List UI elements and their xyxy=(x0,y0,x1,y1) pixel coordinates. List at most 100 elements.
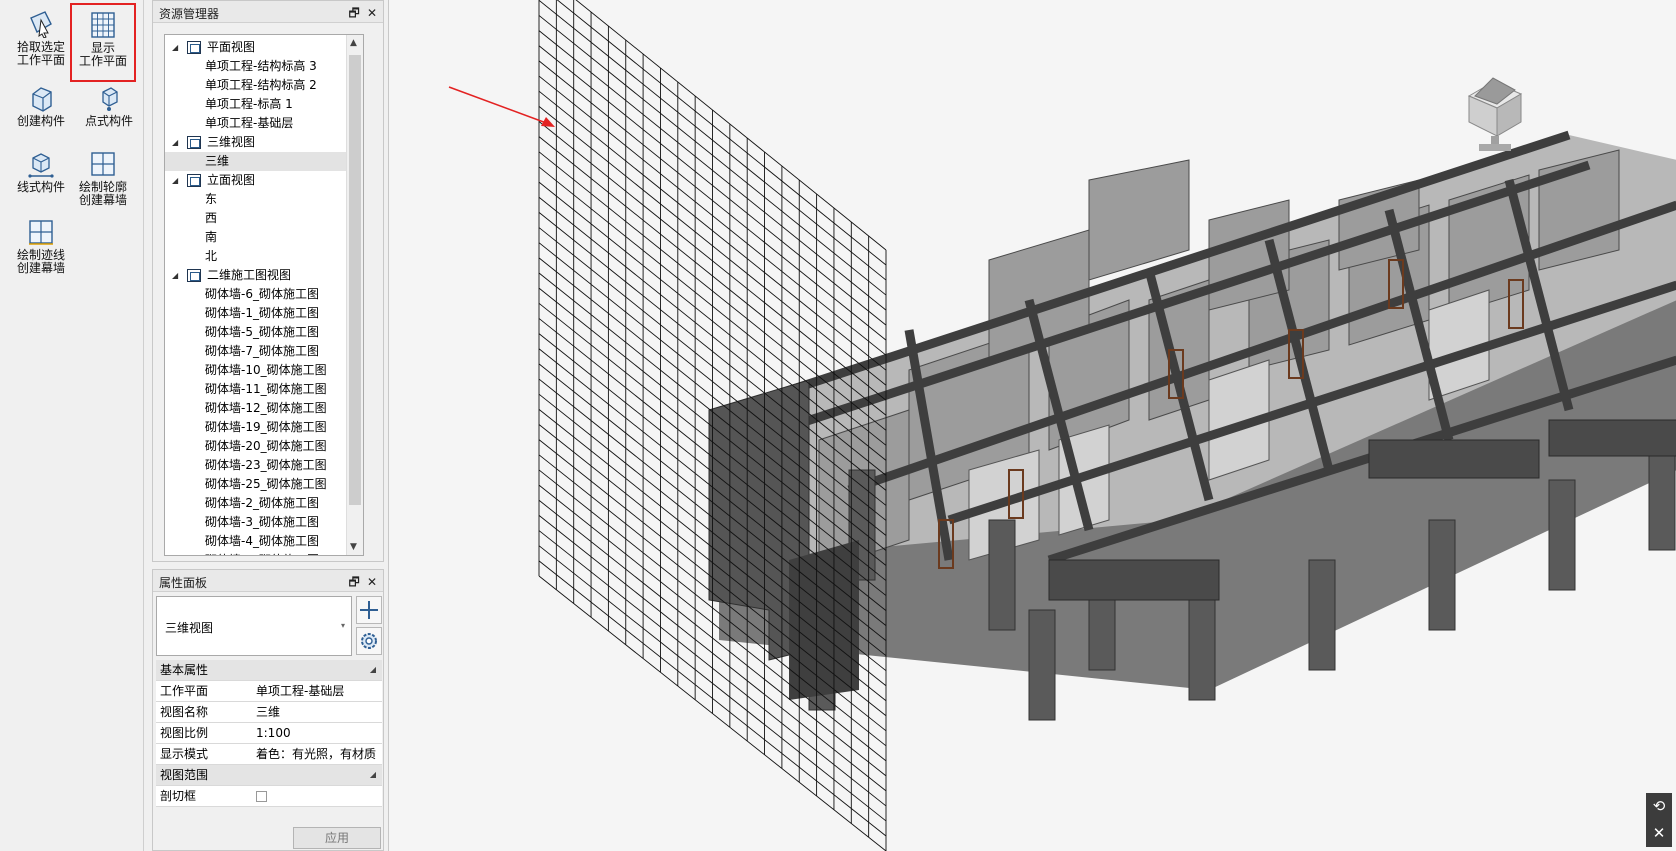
tree-item[interactable]: 单项工程-标高 1 xyxy=(165,95,355,114)
float-panel-button[interactable]: 🗗 xyxy=(347,573,361,594)
tree-item[interactable]: 三维 xyxy=(165,152,355,171)
tree-scrollbar[interactable]: ▲ ▼ xyxy=(346,35,363,555)
tree-item-label: 砌体墙-10_砌体施工图 xyxy=(205,363,327,377)
tree-item[interactable]: 砌体墙-25_砌体施工图 xyxy=(165,475,355,494)
tree-item-label: 砌体墙-20_砌体施工图 xyxy=(205,439,327,453)
view-cube-icon[interactable] xyxy=(1467,77,1523,151)
close-panel-button[interactable]: ✕ xyxy=(365,6,379,20)
tree-item-label: 砌体墙-6_砌体施工图 xyxy=(205,287,319,301)
expand-triangle-icon[interactable]: ◢ xyxy=(172,266,178,285)
tree-folder[interactable]: ◢ 立面视图 xyxy=(165,171,355,190)
expand-triangle-icon[interactable]: ◢ xyxy=(172,171,178,190)
tree-item[interactable]: 西 xyxy=(165,209,355,228)
component-icon xyxy=(32,87,52,112)
property-row: 显示模式 着色：有光照，有材质 xyxy=(156,744,382,765)
tool-label-line2: 创建幕墙 xyxy=(78,193,127,207)
show-work-plane-button[interactable]: 显示 工作平面 xyxy=(70,3,136,82)
tree-item[interactable]: 砌体墙-19_砌体施工图 xyxy=(165,418,355,437)
tree-item[interactable]: 砌体墙-2_砌体施工图 xyxy=(165,494,355,513)
tree-item[interactable]: 砌体墙-8_砌体施工图 xyxy=(165,551,355,555)
close-view-icon[interactable]: ✕ xyxy=(1646,820,1672,847)
tree-item[interactable]: 北 xyxy=(165,247,355,266)
3d-model-scene[interactable] xyxy=(389,0,1676,851)
tool-label-line1: 拾取选定 xyxy=(16,40,65,54)
scrollbar-thumb[interactable] xyxy=(349,55,361,505)
tree-item[interactable]: 砌体墙-10_砌体施工图 xyxy=(165,361,355,380)
rotate-view-icon[interactable]: ⟲ xyxy=(1646,793,1672,820)
property-key: 剖切框 xyxy=(160,789,197,803)
line-component-button[interactable]: 线式构件 xyxy=(10,150,72,194)
property-key: 显示模式 xyxy=(160,747,209,761)
pick-work-plane-button[interactable]: 拾取选定 工作平面 xyxy=(10,10,72,67)
close-panel-button[interactable]: ✕ xyxy=(365,575,379,589)
float-panel-button[interactable]: 🗗 xyxy=(347,4,361,25)
property-group-header[interactable]: 基本属性 ◢ xyxy=(156,660,382,681)
tree-item[interactable]: 砌体墙-1_砌体施工图 xyxy=(165,304,355,323)
apply-button[interactable]: 应用 xyxy=(293,827,381,849)
property-value[interactable]: 三维 xyxy=(256,702,280,722)
tree-item[interactable]: 砌体墙-6_砌体施工图 xyxy=(165,285,355,304)
trace-curtain-icon xyxy=(29,220,53,245)
property-group-header[interactable]: 视图范围 ◢ xyxy=(156,765,382,786)
type-selector[interactable]: 三维视图 ▾ xyxy=(156,596,352,656)
scroll-down-arrow-icon[interactable]: ▼ xyxy=(350,542,357,552)
property-row: 剖切框 xyxy=(156,786,382,807)
tree-item-label: 立面视图 xyxy=(207,173,256,187)
property-table: 基本属性 ◢ 工作平面 单项工程-基础层 视图名称 三维 视图比例 1:100 显示模式 着色：有… xyxy=(156,660,382,807)
tree-item[interactable]: 砌体墙-11_砌体施工图 xyxy=(165,380,355,399)
create-component-button[interactable]: 创建构件 xyxy=(10,84,72,128)
tree-item[interactable]: 东 xyxy=(165,190,355,209)
tree-item[interactable]: 砌体墙-5_砌体施工图 xyxy=(165,323,355,342)
tool-label-line2: 工作平面 xyxy=(78,54,127,68)
type-selector-value: 三维视图 xyxy=(165,621,214,635)
collapse-triangle-icon[interactable]: ◢ xyxy=(370,660,376,680)
plus-icon xyxy=(360,601,378,619)
3d-viewport[interactable]: ⟲ ✕ xyxy=(388,0,1676,851)
tree-item[interactable]: 砌体墙-3_砌体施工图 xyxy=(165,513,355,532)
property-value[interactable]: 着色：有光照，有材质 xyxy=(256,744,376,764)
work-plane-grid xyxy=(538,0,887,851)
trace-curtain-wall-button[interactable]: 绘制迹线 创建幕墙 xyxy=(10,218,72,275)
panel-title: 属性面板 xyxy=(159,576,208,590)
tree-item-label: 东 xyxy=(205,192,218,206)
tree-item[interactable]: 南 xyxy=(165,228,355,247)
view-folder-icon xyxy=(187,136,201,149)
tree-item[interactable]: 砌体墙-20_砌体施工图 xyxy=(165,437,355,456)
expand-triangle-icon[interactable]: ◢ xyxy=(172,38,178,57)
tool-label-line1: 线式构件 xyxy=(16,180,65,194)
tree-item[interactable]: 单项工程-基础层 xyxy=(165,114,355,133)
collapse-triangle-icon[interactable]: ◢ xyxy=(370,765,376,785)
line-component-icon xyxy=(28,153,54,178)
outline-curtain-wall-button[interactable]: 绘制轮廓 创建幕墙 xyxy=(72,150,134,207)
property-value[interactable]: 1:100 xyxy=(256,723,291,743)
building-model[interactable] xyxy=(708,130,1676,721)
tree-folder[interactable]: ◢ 平面视图 xyxy=(165,38,355,57)
tree-item[interactable]: 单项工程-结构标高 3 xyxy=(165,57,355,76)
pick-plane-icon xyxy=(30,11,52,38)
tree-folder[interactable]: ◢ 三维视图 xyxy=(165,133,355,152)
point-component-button[interactable]: 点式构件 xyxy=(78,84,140,128)
property-value[interactable]: 单项工程-基础层 xyxy=(256,681,344,701)
tool-label-line1: 创建构件 xyxy=(16,114,65,128)
add-type-button[interactable] xyxy=(356,596,382,624)
tree-item[interactable]: 砌体墙-4_砌体施工图 xyxy=(165,532,355,551)
view-folder-icon xyxy=(187,269,201,282)
property-key: 工作平面 xyxy=(160,684,209,698)
dropdown-arrow-icon: ▾ xyxy=(340,621,345,630)
view-folder-icon xyxy=(187,174,201,187)
tree-item-label: 砌体墙-5_砌体施工图 xyxy=(205,325,319,339)
property-group-label: 视图范围 xyxy=(160,768,209,782)
tree-item[interactable]: 砌体墙-7_砌体施工图 xyxy=(165,342,355,361)
section-box-checkbox[interactable] xyxy=(256,791,267,802)
expand-triangle-icon[interactable]: ◢ xyxy=(172,133,178,152)
tree-item[interactable]: 单项工程-结构标高 2 xyxy=(165,76,355,95)
tree-item[interactable]: 砌体墙-23_砌体施工图 xyxy=(165,456,355,475)
tree-item[interactable]: 砌体墙-12_砌体施工图 xyxy=(165,399,355,418)
tree-item-label: 砌体墙-12_砌体施工图 xyxy=(205,401,327,415)
view-tree[interactable]: ◢ 平面视图 单项工程-结构标高 3 单项工程-结构标高 2 单项工程-标高 1 单项工程… xyxy=(164,34,364,556)
scroll-up-arrow-icon[interactable]: ▲ xyxy=(350,38,357,48)
tree-item-label: 二维施工图视图 xyxy=(207,268,292,282)
tree-folder[interactable]: ◢ 二维施工图视图 xyxy=(165,266,355,285)
type-settings-button[interactable] xyxy=(356,627,382,655)
tree-item-label: 砌体墙-1_砌体施工图 xyxy=(205,306,319,320)
